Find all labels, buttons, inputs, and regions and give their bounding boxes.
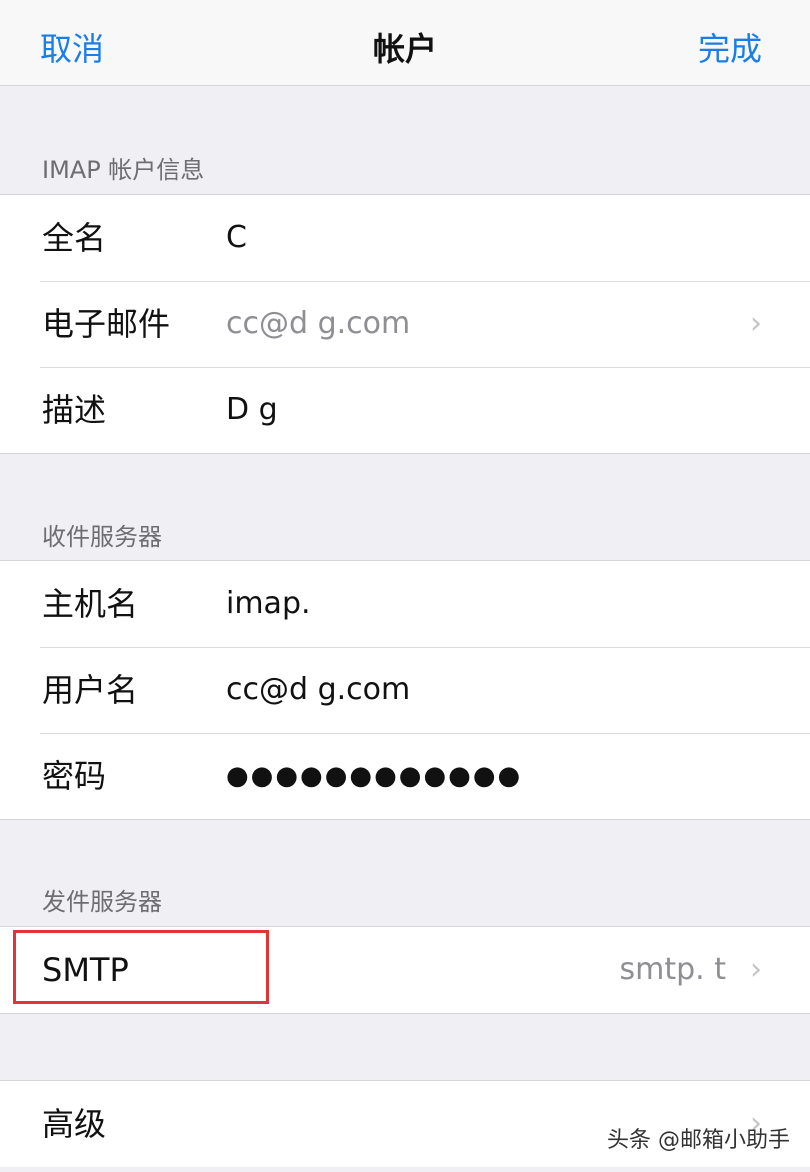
- navigation-bar: 取消 帐户 完成: [0, 0, 810, 86]
- smtp-label: SMTP: [42, 951, 129, 989]
- watermark: 头条 @邮箱小助手: [607, 1128, 790, 1153]
- outgoing-server-group: SMTP smtp. t ›: [0, 926, 810, 1014]
- page-title: 帐户: [372, 30, 437, 68]
- incoming-server-group: 主机名 imap. 用户名 cc@d g.com 密码 ●●●●●●●●●●●●: [0, 560, 810, 820]
- username-label: 用户名: [42, 671, 139, 709]
- full-name-row[interactable]: 全名 C: [0, 195, 810, 281]
- section-header-account-info: IMAP 帐户信息: [42, 156, 205, 184]
- hostname-value[interactable]: imap.: [226, 561, 311, 647]
- full-name-label: 全名: [42, 219, 107, 257]
- email-value: cc@d g.com: [226, 306, 411, 341]
- email-row[interactable]: 电子邮件 cc@d g.com ›: [0, 281, 810, 367]
- section-header-incoming-server: 收件服务器: [42, 523, 162, 551]
- chevron-right-icon: ›: [750, 952, 762, 987]
- done-button[interactable]: 完成: [698, 24, 762, 70]
- account-info-group: 全名 C 电子邮件 cc@d g.com › 描述 D g: [0, 194, 810, 454]
- password-label: 密码: [42, 757, 107, 795]
- description-row[interactable]: 描述 D g: [0, 367, 810, 453]
- hostname-label: 主机名: [42, 585, 139, 623]
- username-row[interactable]: 用户名 cc@d g.com: [0, 647, 810, 733]
- smtp-row[interactable]: SMTP smtp. t ›: [0, 927, 810, 1013]
- password-row[interactable]: 密码 ●●●●●●●●●●●●: [0, 733, 810, 819]
- username-value[interactable]: cc@d g.com: [226, 647, 410, 733]
- password-value[interactable]: ●●●●●●●●●●●●: [226, 733, 522, 819]
- description-value[interactable]: D g: [226, 367, 278, 453]
- chevron-right-icon: ›: [750, 306, 762, 341]
- hostname-row[interactable]: 主机名 imap.: [0, 561, 810, 647]
- section-header-outgoing-server: 发件服务器: [42, 888, 162, 916]
- smtp-value: smtp. t: [619, 952, 727, 987]
- description-label: 描述: [42, 391, 107, 429]
- full-name-value[interactable]: C: [226, 195, 247, 281]
- advanced-label: 高级: [42, 1105, 107, 1143]
- email-label: 电子邮件: [42, 305, 171, 343]
